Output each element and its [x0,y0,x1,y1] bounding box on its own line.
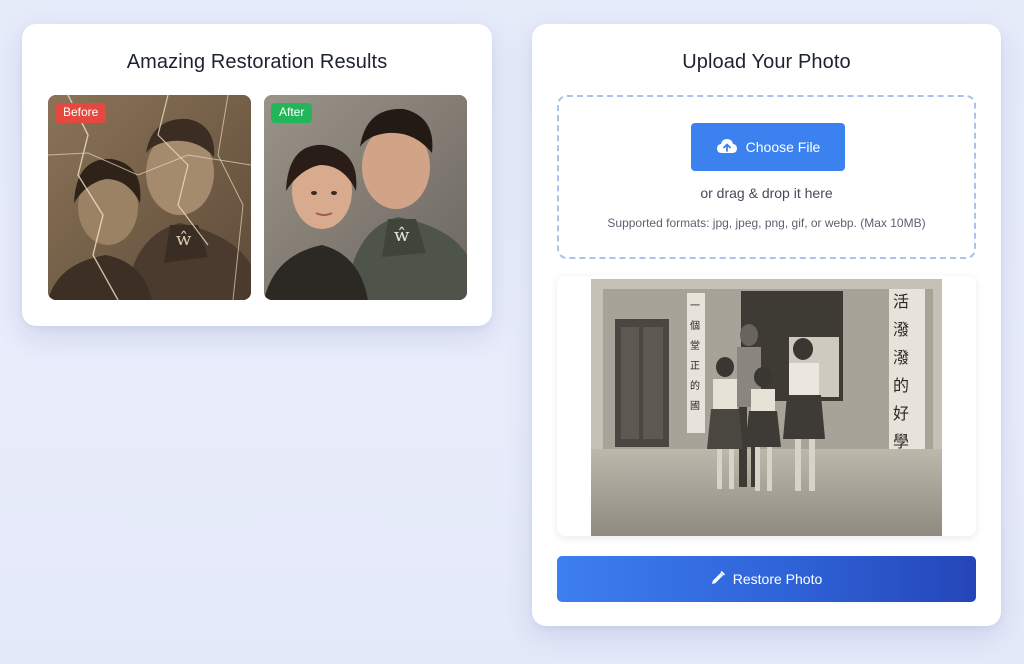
choose-file-button[interactable]: Choose File [691,123,845,171]
restore-photo-label: Restore Photo [732,571,823,587]
restore-photo-button[interactable]: Restore Photo [557,556,976,602]
svg-text:堂: 堂 [690,340,700,352]
svg-text:ŵ: ŵ [394,225,410,246]
restoration-results-card: Amazing Restoration Results ŵ Before ŵ A… [22,24,492,326]
cloud-upload-icon [716,138,738,157]
svg-text:的: 的 [690,379,700,392]
upload-title: Upload Your Photo [682,51,851,73]
svg-text:的: 的 [893,376,909,395]
after-photo: ŵ After [264,95,467,300]
svg-text:活: 活 [893,292,909,311]
drag-drop-text: or drag & drop it here [700,185,833,201]
svg-text:潑: 潑 [893,320,909,339]
svg-text:ŵ: ŵ [176,229,192,250]
supported-formats-text: Supported formats: jpg, jpeg, png, gif, … [607,216,926,230]
results-title: Amazing Restoration Results [126,51,388,73]
svg-text:好: 好 [893,404,909,423]
uploaded-photo-preview: 活潑潑 的好學 一個堂 正的國 [591,279,942,536]
before-badge: Before [55,103,107,123]
svg-text:國: 國 [690,400,700,412]
after-badge: After [271,103,313,123]
before-photo: ŵ Before [48,95,251,300]
choose-file-label: Choose File [745,139,821,155]
drop-zone[interactable]: Choose File or drag & drop it here Suppo… [557,95,976,259]
svg-text:一: 一 [690,301,700,312]
pencil-icon [711,570,725,588]
upload-card: Upload Your Photo Choose File or drag & … [532,24,1001,626]
photo-preview: 活潑潑 的好學 一個堂 正的國 [557,276,976,536]
svg-text:潑: 潑 [893,348,909,367]
svg-text:學: 學 [893,432,909,451]
svg-text:正: 正 [690,361,700,372]
svg-text:個: 個 [690,319,700,332]
